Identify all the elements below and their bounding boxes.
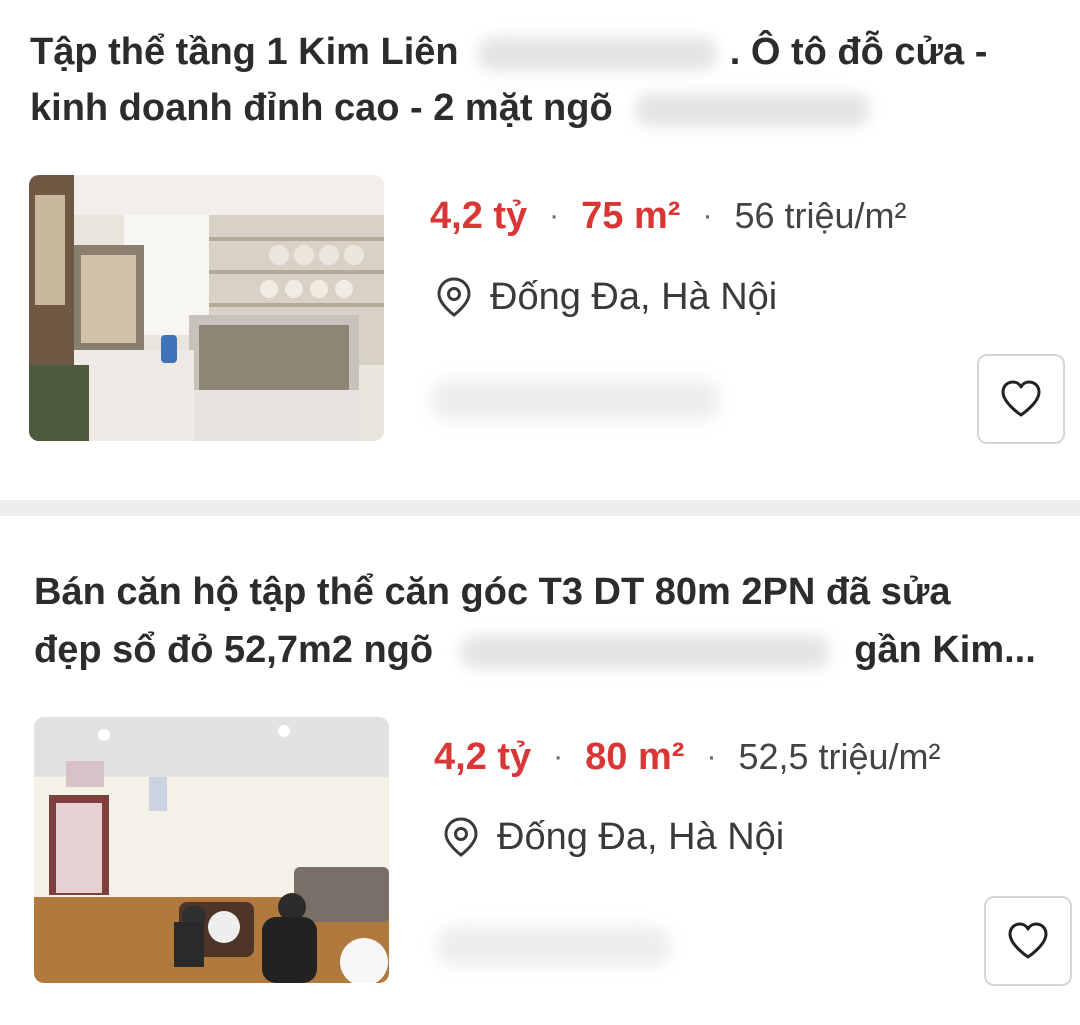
listing-title[interactable]: Bán căn hộ tập thể căn góc T3 DT 80m 2PN…	[34, 564, 1064, 676]
redacted-text	[436, 926, 671, 966]
title-text: kinh doanh đỉnh cao - 2 mặt ngõ	[30, 87, 613, 129]
price-area-row: 4,2 tỷ · 75 m² · 56 triệu/m²	[430, 192, 907, 240]
redacted-text	[635, 92, 871, 127]
listing-thumbnail[interactable]	[34, 717, 389, 983]
location-text: Đống Đa, Hà Nội	[497, 815, 785, 858]
heart-outline-icon	[1008, 922, 1048, 959]
location-row: Đống Đa, Hà Nội	[436, 274, 777, 320]
listing-title[interactable]: Tập thể tầng 1 Kim Liên . Ô tô đỗ cửa - …	[30, 24, 1060, 136]
title-text: . Ô tô đỗ cửa -	[729, 31, 988, 73]
price: 4,2 tỷ	[430, 194, 528, 237]
redacted-text	[430, 380, 720, 420]
listing-card-2[interactable]: Bán căn hộ tập thể căn góc T3 DT 80m 2PN…	[0, 516, 1080, 1025]
area: 75 m²	[581, 194, 681, 237]
separator: ·	[706, 740, 717, 773]
card-divider	[0, 500, 1080, 516]
favorite-button[interactable]	[977, 354, 1065, 444]
area: 80 m²	[585, 735, 685, 778]
redacted-text	[477, 36, 718, 71]
location-row: Đống Đa, Hà Nội	[443, 814, 784, 860]
price-per-m2: 56 triệu/m²	[734, 195, 907, 236]
map-pin-icon	[444, 817, 478, 857]
separator: ·	[553, 740, 564, 773]
location-text: Đống Đa, Hà Nội	[490, 275, 778, 318]
shop-interior-image	[29, 175, 384, 441]
listing-thumbnail[interactable]	[29, 175, 384, 441]
title-text: gần Kim...	[854, 629, 1036, 671]
listing-card-1[interactable]: Tập thể tầng 1 Kim Liên . Ô tô đỗ cửa - …	[0, 0, 1080, 500]
favorite-button[interactable]	[984, 896, 1072, 986]
separator: ·	[549, 199, 560, 232]
heart-outline-icon	[1001, 380, 1041, 417]
title-text: Bán căn hộ tập thể căn góc T3 DT 80m 2PN…	[34, 571, 951, 613]
map-pin-icon	[437, 277, 471, 317]
title-text: đẹp sổ đỏ 52,7m2 ngõ	[34, 629, 434, 671]
title-text: Tập thể tầng 1 Kim Liên	[30, 31, 459, 73]
redacted-text	[459, 634, 830, 669]
separator: ·	[702, 199, 713, 232]
price-area-row: 4,2 tỷ · 80 m² · 52,5 triệu/m²	[434, 733, 941, 781]
price-per-m2: 52,5 triệu/m²	[738, 736, 941, 777]
apartment-interior-image	[34, 717, 389, 983]
price: 4,2 tỷ	[434, 735, 532, 778]
